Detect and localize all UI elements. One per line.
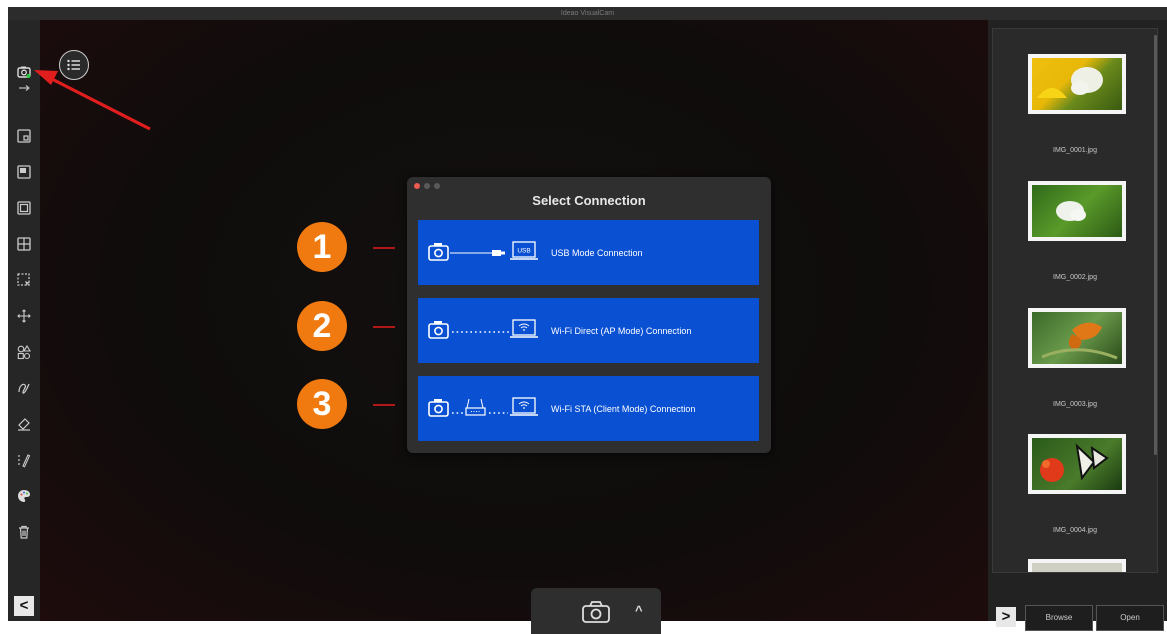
window-icon[interactable] [14,162,34,182]
trash-icon[interactable] [14,522,34,542]
palette-icon[interactable] [14,486,34,506]
badge-connector-3 [373,404,395,406]
badge-connector-2 [373,326,395,328]
thumbnail-img-0002[interactable] [1028,181,1126,241]
butterfly-photo-3 [1032,312,1122,364]
capture-camera-icon[interactable] [581,600,611,624]
annotation-arrow [34,70,151,131]
eraser-icon[interactable] [14,414,34,434]
filename-img-0003: IMG_0003.jpg [1053,401,1097,408]
zoom-window-button[interactable] [434,183,440,189]
dotted-pen-icon[interactable] [14,450,34,470]
camera-usb-laptop-icon: USB [428,241,538,261]
dialog-title: Select Connection [532,193,646,208]
select-connection-dialog: Select Connection USB USB Mode Connectio… [407,177,771,453]
thumbnail-img-0004[interactable] [1028,434,1126,494]
butterfly-photo-2 [1032,185,1122,237]
step-badge-1: 1 [297,222,347,272]
wifi-direct-connection-label: Wi-Fi Direct (AP Mode) Connection [551,326,692,336]
butterfly-photo-4 [1032,438,1122,490]
step-badge-3: 3 [297,379,347,429]
thumbnail-img-0001[interactable] [1028,54,1126,114]
expand-capture-button[interactable]: ^ [635,603,643,618]
butterfly-photo-1 [1032,58,1122,110]
filename-img-0002: IMG_0002.jpg [1053,274,1097,281]
camera-wifi-laptop-icon [428,319,538,339]
gallery-scrollbar[interactable] [1154,35,1157,455]
move-icon[interactable] [14,306,34,326]
close-window-button[interactable] [414,183,420,189]
app-window: Ideao VisualCam < Select Connection USB … [8,7,1167,634]
wifi-sta-connection-label: Wi-Fi STA (Client Mode) Connection [551,404,696,414]
image-gallery: IMG_0001.jpg IMG_0002.jpg IMG_0003.jpg I… [992,28,1158,573]
usb-connection-option[interactable]: USB USB Mode Connection [418,220,759,285]
shapes-icon[interactable] [14,342,34,362]
filename-img-0004: IMG_0004.jpg [1053,527,1097,534]
step-badge-2: 2 [297,301,347,351]
filename-img-0001: IMG_0001.jpg [1053,147,1097,154]
grid-icon[interactable] [14,234,34,254]
thumbnail-img-0003[interactable] [1028,308,1126,368]
usb-connection-label: USB Mode Connection [551,248,643,258]
expand-panel-button[interactable]: > [996,607,1016,627]
thumbnail-img-partial[interactable] [1028,559,1126,572]
frame-icon[interactable] [14,198,34,218]
browse-button[interactable]: Browse [1025,605,1093,631]
pen-icon[interactable] [14,378,34,398]
camera-router-laptop-icon [428,397,538,417]
badge-connector-1 [373,247,395,249]
capture-bar: ^ [531,588,661,634]
butterfly-photo-5 [1032,563,1122,572]
wifi-direct-connection-option[interactable]: Wi-Fi Direct (AP Mode) Connection [418,298,759,363]
minimize-window-button[interactable] [424,183,430,189]
gallery-panel: IMG_0001.jpg IMG_0002.jpg IMG_0003.jpg I… [988,20,1167,631]
collapse-toolbar-button[interactable]: < [14,596,34,616]
select-icon[interactable] [14,270,34,290]
usb-tag-text: USB [517,248,530,255]
open-button[interactable]: Open [1096,605,1164,631]
wifi-sta-connection-option[interactable]: Wi-Fi STA (Client Mode) Connection [418,376,759,441]
